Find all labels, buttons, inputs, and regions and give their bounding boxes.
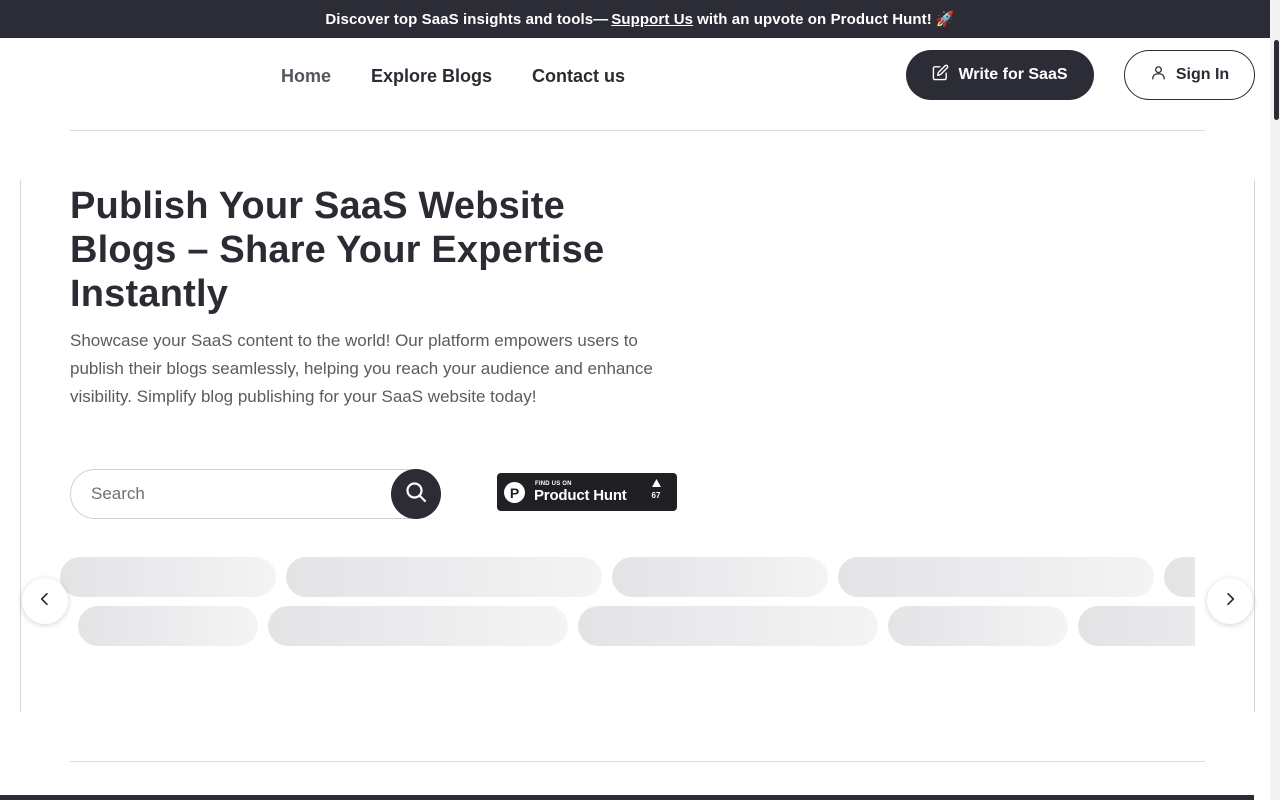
skeleton-pill <box>286 557 602 597</box>
pencil-square-icon <box>932 64 949 86</box>
announcement-text-after: with an upvote on Product Hunt! <box>697 10 932 28</box>
chevron-right-icon <box>1222 591 1238 612</box>
header-divider <box>70 130 1205 131</box>
skeleton-pill <box>838 557 1154 597</box>
announcement-text-before: Discover top SaaS insights and tools— <box>325 10 609 28</box>
write-for-saas-button[interactable]: Write for SaaS <box>906 50 1094 100</box>
nav-item-explore-blogs[interactable]: Explore Blogs <box>371 62 492 90</box>
product-hunt-upvotes: 67 <box>647 479 665 501</box>
carousel-prev-button[interactable] <box>22 578 68 624</box>
search-input[interactable] <box>91 470 381 518</box>
skeleton-pill <box>888 606 1068 646</box>
bottom-dark-bar <box>0 795 1254 800</box>
rocket-icon: 🚀 <box>935 11 955 28</box>
carousel-next-button[interactable] <box>1207 578 1253 624</box>
sign-in-label: Sign In <box>1175 66 1230 83</box>
skeleton-pill <box>1164 557 1195 597</box>
skeleton-pill <box>268 606 568 646</box>
main-nav: Home Explore Blogs Contact us <box>281 62 625 90</box>
hero-description: Showcase your SaaS content to the world!… <box>70 331 653 406</box>
section-divider <box>70 761 1205 762</box>
nav-item-contact-us[interactable]: Contact us <box>532 62 625 90</box>
skeleton-pill <box>578 606 878 646</box>
product-hunt-badge[interactable]: P FIND US ON Product Hunt 67 <box>497 473 677 511</box>
hero-frame-left-border <box>20 180 21 712</box>
skeleton-pill <box>612 557 828 597</box>
sign-in-button[interactable]: Sign In <box>1124 50 1255 100</box>
magnifier-icon <box>404 480 428 509</box>
category-carousel-skeleton <box>45 550 1195 660</box>
upvote-count: 67 <box>651 491 661 500</box>
triangle-up-icon <box>651 479 661 490</box>
chevron-left-icon <box>37 591 53 612</box>
skeleton-pill <box>60 557 276 597</box>
skeleton-pill <box>1078 606 1195 646</box>
hero-title: Publish Your SaaS Website Blogs – Share … <box>70 185 605 315</box>
scrollbar-track[interactable] <box>1270 0 1280 800</box>
user-icon <box>1150 64 1167 86</box>
product-hunt-name: Product Hunt <box>534 487 627 504</box>
support-us-link[interactable]: Support Us <box>611 11 693 28</box>
scrollbar-thumb[interactable] <box>1274 40 1279 120</box>
hero-frame-right-border <box>1254 180 1255 712</box>
announcement-bar: Discover top SaaS insights and tools— Su… <box>0 0 1280 38</box>
search-button[interactable] <box>391 469 441 519</box>
search-bar <box>70 469 441 519</box>
write-for-saas-label: Write for SaaS <box>958 66 1068 83</box>
nav-item-home[interactable]: Home <box>281 62 331 90</box>
product-hunt-logo-icon: P <box>504 482 525 503</box>
skeleton-pill <box>78 606 258 646</box>
